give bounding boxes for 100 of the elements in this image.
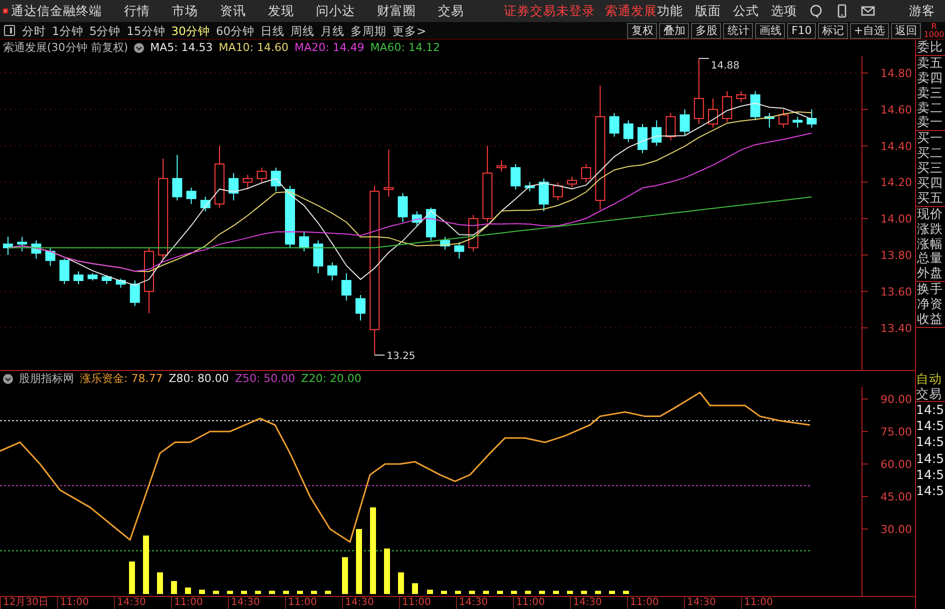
candlestick bbox=[567, 176, 577, 188]
candlestick bbox=[341, 272, 352, 301]
notice-link[interactable]: 索通发展 bbox=[605, 2, 657, 20]
axis-label: 30.00 bbox=[880, 523, 912, 536]
candlestick bbox=[228, 172, 239, 201]
mode-label[interactable]: 自动 bbox=[916, 372, 945, 387]
time-label: 11:00 bbox=[171, 597, 228, 609]
toolbar-button[interactable]: 画线 bbox=[755, 22, 786, 38]
axis-label: 14.20 bbox=[880, 176, 912, 190]
quote-label: 委比 bbox=[917, 40, 944, 55]
candlestick bbox=[74, 270, 84, 285]
indicator-value: MA5: 14.53 bbox=[150, 40, 213, 56]
axis-label: 13.40 bbox=[880, 322, 912, 335]
axis-label: 60.00 bbox=[880, 458, 912, 471]
quote-label: 换手 bbox=[917, 282, 944, 298]
menu-item[interactable]: 版面 bbox=[695, 2, 721, 20]
candlestick bbox=[454, 242, 464, 260]
leader-line bbox=[698, 58, 710, 59]
phone-icon[interactable] bbox=[835, 4, 849, 18]
candlestick bbox=[299, 230, 310, 252]
menu-item[interactable]: 发现 bbox=[268, 2, 294, 20]
axis-label: 14.80 bbox=[880, 67, 912, 80]
period-tab[interactable]: 60分钟 bbox=[212, 22, 258, 38]
panel-toggle-icon[interactable] bbox=[4, 25, 15, 36]
candlestick bbox=[242, 174, 253, 190]
candlestick bbox=[130, 280, 140, 306]
period-tab[interactable]: 5分钟 bbox=[86, 22, 124, 38]
menu-item[interactable]: 问小达 bbox=[316, 2, 355, 20]
menu-item[interactable]: 选项 bbox=[771, 2, 797, 20]
candlestick bbox=[680, 108, 690, 136]
toolbar-button[interactable]: 多股 bbox=[691, 22, 722, 38]
notice-link[interactable]: 证券交易未登录 bbox=[504, 2, 595, 20]
candlestick bbox=[524, 182, 535, 192]
candlestick bbox=[45, 247, 56, 266]
period-tab[interactable]: 分时 bbox=[19, 22, 49, 38]
trade-time: 14:5 bbox=[916, 450, 945, 467]
toolbar-button[interactable]: 返回 bbox=[891, 22, 921, 38]
candlestick bbox=[496, 160, 506, 172]
candlestick bbox=[285, 185, 295, 248]
time-label: 14:30 bbox=[684, 597, 741, 609]
quote-label: 现价 bbox=[917, 206, 944, 222]
user-label[interactable]: 游客 bbox=[909, 2, 935, 20]
candlestick bbox=[144, 247, 154, 314]
period-tab[interactable]: 日线 bbox=[258, 22, 288, 38]
quote-label: 外盘 bbox=[917, 266, 944, 282]
dropdown-icon[interactable] bbox=[134, 43, 144, 53]
candlestick bbox=[31, 240, 42, 260]
period-tab[interactable]: 15分钟 bbox=[124, 22, 168, 38]
candlestick bbox=[694, 58, 704, 124]
toolbar-button[interactable]: F10 bbox=[787, 22, 816, 38]
price-label: 13.25 bbox=[386, 351, 416, 362]
time-label: 14:30 bbox=[456, 597, 513, 609]
trade-time: 14:5 bbox=[916, 483, 945, 500]
candlestick bbox=[412, 210, 422, 226]
quote-label: 卖五 bbox=[917, 56, 944, 71]
candlestick bbox=[552, 182, 563, 201]
axis-label: 14.00 bbox=[880, 212, 912, 226]
toolbar-button[interactable]: +自选 bbox=[850, 22, 889, 38]
menu-item[interactable]: 功能 bbox=[657, 2, 683, 20]
menu-item[interactable]: 公式 bbox=[733, 2, 759, 20]
candlestick bbox=[440, 236, 450, 250]
candlestick bbox=[17, 236, 28, 252]
toolbar-button[interactable]: 统计 bbox=[723, 22, 754, 38]
period-tab[interactable]: 周线 bbox=[288, 22, 318, 38]
menu-item[interactable]: 资讯 bbox=[220, 2, 246, 20]
chart-title: 股朋指标网 bbox=[19, 371, 74, 387]
indicator-value: Z20: 20.00 bbox=[301, 371, 362, 387]
period-tab[interactable]: 1分钟 bbox=[49, 22, 86, 38]
period-tab[interactable]: 30分钟 bbox=[168, 22, 213, 38]
dropdown-icon[interactable] bbox=[3, 374, 13, 384]
menu-item[interactable]: 交易 bbox=[438, 2, 464, 20]
menu-item[interactable]: 行情 bbox=[124, 2, 150, 20]
time-label: 12月30日 bbox=[0, 597, 57, 609]
trade-time: 14:5 bbox=[916, 418, 945, 434]
toolbar-button[interactable]: 叠加 bbox=[659, 22, 690, 38]
mail-icon[interactable] bbox=[861, 4, 875, 18]
chat-icon[interactable] bbox=[809, 4, 823, 18]
candlestick bbox=[384, 148, 394, 198]
toolbar-button[interactable]: 标记 bbox=[818, 22, 848, 38]
time-label: 11:00 bbox=[57, 597, 114, 609]
candlestick bbox=[426, 207, 436, 241]
candlestick bbox=[214, 145, 224, 208]
period-tab[interactable]: 多周期 bbox=[348, 22, 390, 38]
period-tab[interactable]: 更多> bbox=[390, 22, 430, 38]
time-label: 11:00 bbox=[285, 597, 342, 609]
indicator-value: MA60: 14.12 bbox=[370, 40, 440, 56]
quote-label: 买四 bbox=[917, 176, 944, 191]
indicator-value: Z80: 80.00 bbox=[168, 371, 229, 387]
quote-label: 买二 bbox=[917, 146, 944, 162]
menu-item[interactable]: 财富圈 bbox=[377, 2, 416, 20]
quote-label: 收益 bbox=[917, 312, 944, 327]
candlestick bbox=[623, 120, 634, 143]
menu-item[interactable]: 市场 bbox=[172, 2, 198, 20]
time-label: 14:30 bbox=[342, 597, 399, 609]
toolbar-button[interactable]: 复权 bbox=[627, 22, 658, 38]
candlestick bbox=[750, 90, 760, 121]
candlestick bbox=[356, 294, 366, 322]
candlestick bbox=[313, 240, 324, 274]
candlestick bbox=[88, 272, 98, 281]
period-tab[interactable]: 月线 bbox=[318, 22, 348, 38]
